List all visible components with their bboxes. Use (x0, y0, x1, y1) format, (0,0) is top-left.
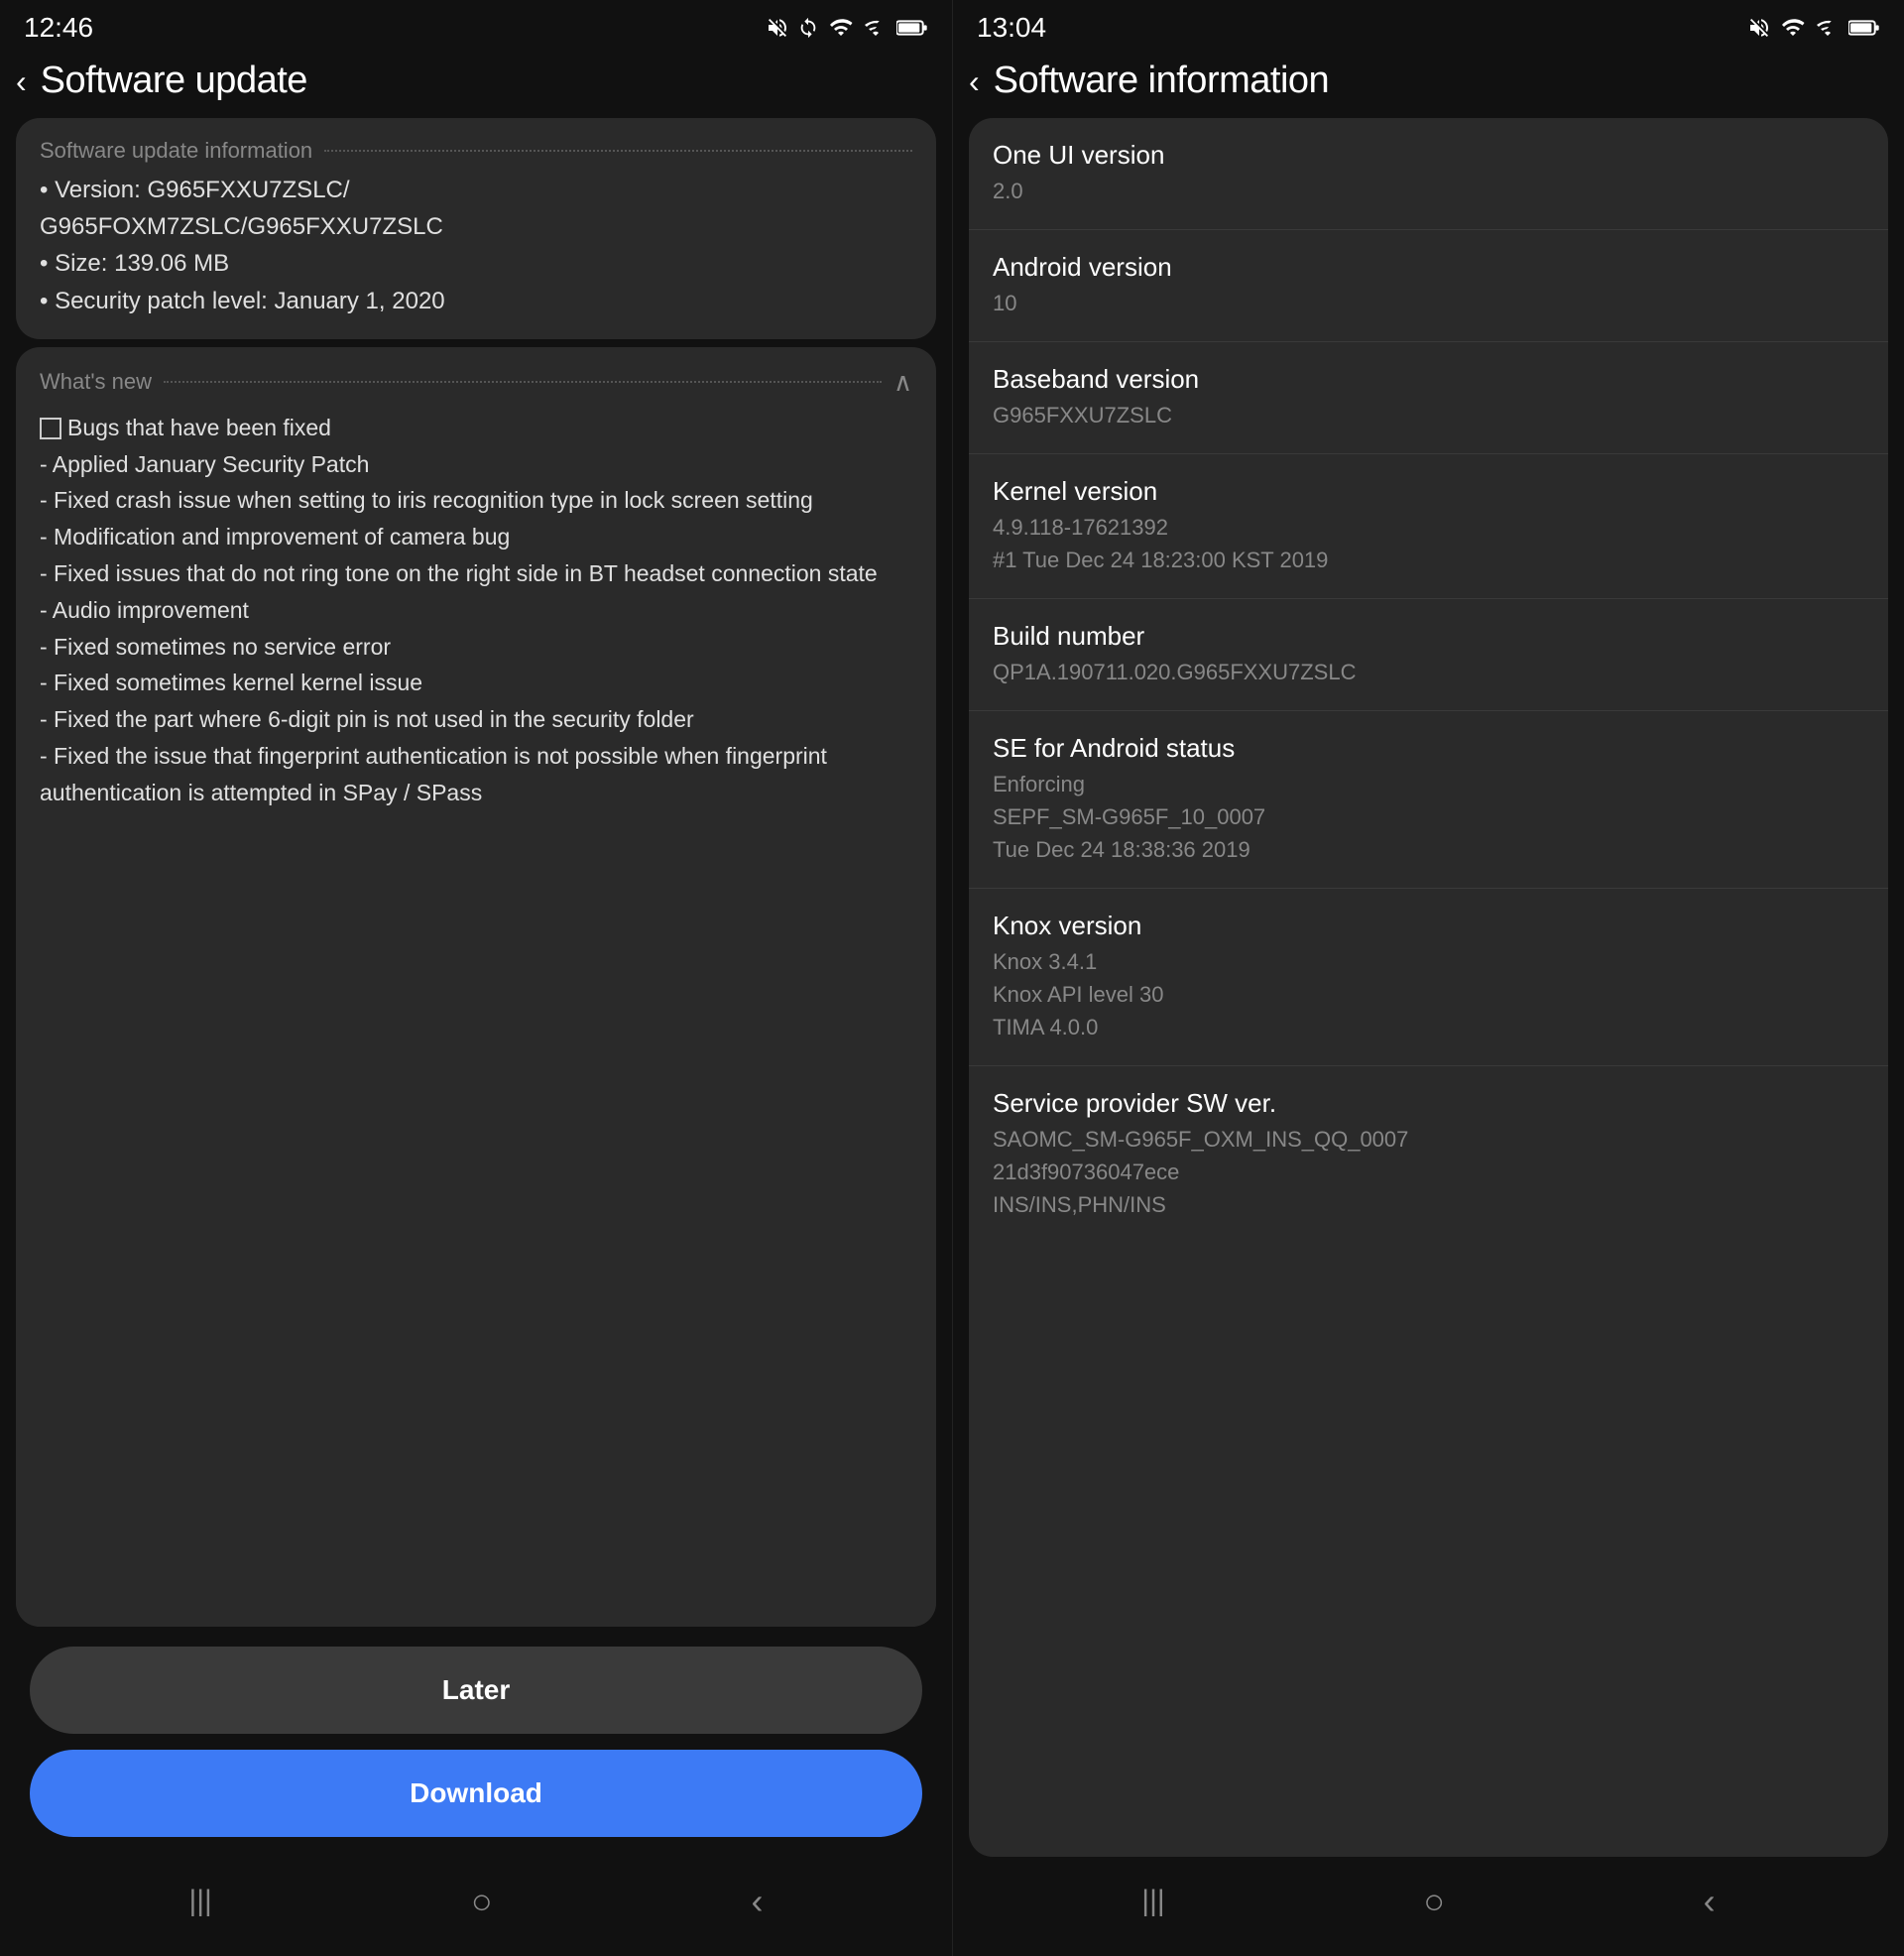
one-ui-label: One UI version (993, 140, 1864, 171)
right-nav-bar: ||| ○ ‹ (953, 1857, 1904, 1956)
nav-home-icon[interactable]: ○ (471, 1881, 493, 1922)
nav-back-icon[interactable]: ‹ (752, 1881, 764, 1922)
info-row-kernel: Kernel version 4.9.118-17621392#1 Tue De… (969, 454, 1888, 599)
right-battery-icon (1848, 16, 1880, 40)
bottom-buttons-area: Later Download (0, 1627, 952, 1857)
left-phone-panel: 12:46 ‹ (0, 0, 952, 1956)
build-label: Build number (993, 621, 1864, 652)
software-info-card: One UI version 2.0 Android version 10 Ba… (969, 118, 1888, 1857)
right-status-bar: 13:04 (953, 0, 1904, 52)
whats-new-card: What's new ∧ Bugs that have been fixed -… (16, 347, 936, 1627)
android-value: 10 (993, 287, 1864, 319)
update-info-text: • Version: G965FXXU7ZSLC/ G965FOXM7ZSLC/… (40, 172, 912, 319)
collapse-icon[interactable]: ∧ (893, 367, 912, 398)
knox-value: Knox 3.4.1Knox API level 30TIMA 4.0.0 (993, 945, 1864, 1043)
info-row-knox: Knox version Knox 3.4.1Knox API level 30… (969, 889, 1888, 1066)
dotted-divider (324, 150, 912, 152)
service-provider-label: Service provider SW ver. (993, 1088, 1864, 1119)
right-page-title: Software information (994, 60, 1330, 102)
baseband-label: Baseband version (993, 364, 1864, 395)
download-button[interactable]: Download (30, 1750, 922, 1837)
right-page-header: ‹ Software information (953, 52, 1904, 118)
info-row-se-android: SE for Android status EnforcingSEPF_SM-G… (969, 711, 1888, 889)
right-back-button[interactable]: ‹ (969, 65, 980, 97)
right-status-icons (1747, 16, 1880, 40)
left-page-header: ‹ Software update (0, 52, 952, 118)
left-time: 12:46 (24, 12, 93, 44)
update-info-card: Software update information • Version: G… (16, 118, 936, 339)
info-row-service-provider: Service provider SW ver. SAOMC_SM-G965F_… (969, 1066, 1888, 1243)
right-time: 13:04 (977, 12, 1046, 44)
info-row-android: Android version 10 (969, 230, 1888, 342)
left-status-bar: 12:46 (0, 0, 952, 52)
left-back-button[interactable]: ‹ (16, 65, 27, 97)
baseband-value: G965FXXU7ZSLC (993, 399, 1864, 431)
kernel-value: 4.9.118-17621392#1 Tue Dec 24 18:23:00 K… (993, 511, 1864, 576)
build-value: QP1A.190711.020.G965FXXU7ZSLC (993, 656, 1864, 688)
right-signal-icon (1815, 16, 1841, 40)
info-row-build: Build number QP1A.190711.020.G965FXXU7ZS… (969, 599, 1888, 711)
knox-label: Knox version (993, 911, 1864, 941)
kernel-label: Kernel version (993, 476, 1864, 507)
android-label: Android version (993, 252, 1864, 283)
left-status-icons (766, 16, 928, 40)
checkbox-icon (40, 418, 61, 439)
silent-icon (766, 16, 789, 40)
sync-icon (797, 17, 819, 39)
nav-menu-icon[interactable]: ||| (188, 1885, 211, 1918)
one-ui-value: 2.0 (993, 175, 1864, 207)
right-silent-icon (1747, 16, 1771, 40)
info-row-baseband: Baseband version G965FXXU7ZSLC (969, 342, 1888, 454)
later-button[interactable]: Later (30, 1647, 922, 1734)
signal-icon (863, 16, 889, 40)
right-nav-home-icon[interactable]: ○ (1423, 1881, 1445, 1922)
whats-new-text: Bugs that have been fixed - Applied Janu… (40, 410, 912, 811)
se-android-value: EnforcingSEPF_SM-G965F_10_0007Tue Dec 24… (993, 768, 1864, 866)
se-android-label: SE for Android status (993, 733, 1864, 764)
service-provider-value: SAOMC_SM-G965F_OXM_INS_QQ_000721d3f90736… (993, 1123, 1864, 1221)
info-row-one-ui: One UI version 2.0 (969, 118, 1888, 230)
left-nav-bar: ||| ○ ‹ (0, 1857, 952, 1956)
whats-new-header: What's new ∧ (40, 367, 912, 398)
right-nav-back-icon[interactable]: ‹ (1704, 1881, 1716, 1922)
whats-new-title: What's new (40, 369, 152, 395)
dotted-divider-2 (164, 381, 882, 383)
right-wifi-icon (1779, 16, 1807, 40)
wifi-icon (827, 16, 855, 40)
update-info-section-title: Software update information (40, 138, 912, 164)
left-content-area: Software update information • Version: G… (0, 118, 952, 1627)
battery-icon (896, 16, 928, 40)
right-phone-panel: 13:04 ‹ Software information One UI vers… (952, 0, 1904, 1956)
left-page-title: Software update (41, 60, 307, 102)
right-nav-menu-icon[interactable]: ||| (1141, 1885, 1164, 1918)
